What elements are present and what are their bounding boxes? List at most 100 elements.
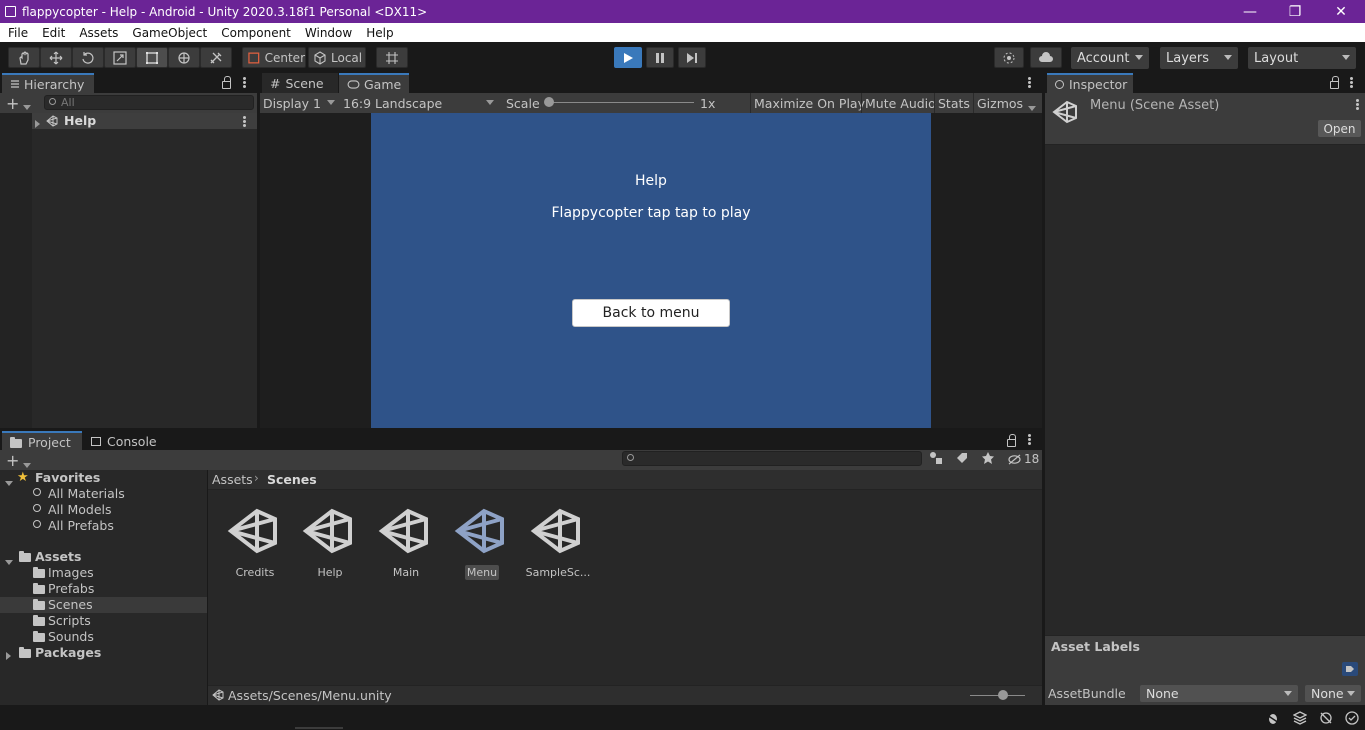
- rect-tool-button[interactable]: [136, 47, 168, 68]
- search-by-type-button[interactable]: [929, 451, 949, 467]
- asset-bundle-dropdown[interactable]: None: [1140, 685, 1298, 702]
- check-circle-icon[interactable]: [1345, 711, 1359, 725]
- tab-scene[interactable]: # Scene: [262, 73, 338, 93]
- favorites-item-all-models[interactable]: All Models: [48, 502, 112, 518]
- custom-tool-button[interactable]: [200, 47, 232, 68]
- game-canvas[interactable]: Help Flappycopter tap tap to play Back t…: [371, 113, 931, 428]
- menu-gameobject[interactable]: GameObject: [124, 26, 213, 40]
- bug-icon[interactable]: [1266, 711, 1280, 725]
- scene-asset-help[interactable]: Help: [297, 505, 363, 581]
- add-object-button[interactable]: +: [6, 94, 19, 113]
- cloud-button[interactable]: [1030, 47, 1062, 68]
- tab-inspector[interactable]: Inspector: [1047, 73, 1133, 93]
- tab-project[interactable]: Project: [2, 431, 82, 451]
- account-dropdown[interactable]: Account: [1071, 47, 1149, 69]
- tab-console[interactable]: Console: [83, 431, 163, 451]
- unity-scene-asset-icon: [530, 508, 580, 554]
- more-options-icon[interactable]: [1350, 77, 1353, 88]
- tab-hierarchy[interactable]: Hierarchy: [2, 73, 94, 93]
- back-to-menu-button[interactable]: Back to menu: [572, 299, 730, 327]
- layout-dropdown[interactable]: Layout: [1248, 47, 1356, 69]
- collab-button[interactable]: [994, 47, 1024, 68]
- tab-game[interactable]: Game: [339, 73, 409, 93]
- chevron-down-icon[interactable]: [23, 457, 31, 471]
- assets-root-folder[interactable]: Assets: [35, 549, 81, 565]
- favorites-item-all-materials[interactable]: All Materials: [48, 486, 125, 502]
- maximize-on-play-toggle[interactable]: Maximize On Play: [750, 93, 865, 113]
- rotate-tool-button[interactable]: [72, 47, 104, 68]
- open-button[interactable]: Open: [1318, 120, 1361, 137]
- pivot-mode-toggle[interactable]: Center: [242, 47, 306, 68]
- breadcrumb-assets[interactable]: Assets: [212, 472, 253, 487]
- more-options-icon[interactable]: [1356, 99, 1359, 110]
- more-options-icon[interactable]: [1028, 77, 1031, 88]
- layers-dropdown[interactable]: Layers: [1160, 47, 1238, 69]
- transform-tool-button[interactable]: [168, 47, 200, 68]
- close-button[interactable]: ✕: [1318, 0, 1364, 23]
- create-asset-button[interactable]: +: [6, 451, 19, 470]
- scale-slider-track[interactable]: [548, 102, 694, 103]
- menu-window[interactable]: Window: [297, 26, 358, 40]
- display-dropdown[interactable]: Display 1: [263, 93, 339, 113]
- favorites-header[interactable]: Favorites: [35, 470, 100, 486]
- aspect-dropdown[interactable]: 16:9 Landscape: [343, 93, 498, 113]
- scale-slider-handle[interactable]: [544, 97, 554, 107]
- scene-asset-main[interactable]: Main: [373, 505, 439, 581]
- icon-size-slider-handle[interactable]: [998, 690, 1008, 700]
- more-options-icon[interactable]: [243, 77, 246, 88]
- breadcrumb-scenes[interactable]: Scenes: [267, 472, 317, 487]
- lock-icon[interactable]: [1330, 76, 1339, 89]
- scene-asset-credits[interactable]: Credits: [222, 505, 288, 581]
- layers-icon[interactable]: [1293, 711, 1307, 725]
- folder-scripts[interactable]: Scripts: [48, 613, 91, 629]
- more-options-icon[interactable]: [243, 116, 246, 127]
- layers-label: Layers: [1166, 50, 1210, 66]
- hidden-packages-toggle[interactable]: 18: [1007, 451, 1039, 467]
- chevron-down-icon[interactable]: [23, 99, 31, 113]
- tag-icon[interactable]: [1342, 662, 1358, 676]
- more-options-icon[interactable]: [1028, 434, 1031, 445]
- step-button[interactable]: [678, 47, 706, 68]
- asset-bundle-variant-dropdown[interactable]: None: [1305, 685, 1361, 702]
- hierarchy-item-help[interactable]: Help: [32, 113, 257, 129]
- menu-file[interactable]: File: [0, 26, 34, 40]
- menu-help[interactable]: Help: [358, 26, 399, 40]
- mute-audio-toggle[interactable]: Mute Audio: [861, 93, 936, 113]
- lock-icon[interactable]: [222, 76, 231, 89]
- scene-asset-samplescene[interactable]: SampleSc...: [525, 505, 591, 581]
- expand-arrow-icon[interactable]: [35, 117, 40, 131]
- pivot-space-toggle[interactable]: Local: [308, 47, 366, 68]
- project-search-input[interactable]: [622, 451, 922, 466]
- packages-folder[interactable]: Packages: [35, 645, 101, 661]
- scale-tool-button[interactable]: [104, 47, 136, 68]
- folder-sounds[interactable]: Sounds: [48, 629, 94, 645]
- search-icon: [49, 98, 56, 105]
- folder-prefabs[interactable]: Prefabs: [48, 581, 94, 597]
- menu-assets[interactable]: Assets: [71, 26, 124, 40]
- menu-edit[interactable]: Edit: [34, 26, 71, 40]
- gizmos-toggle[interactable]: Gizmos: [973, 93, 1023, 113]
- maximize-button[interactable]: ❐: [1272, 0, 1318, 23]
- folder-scenes[interactable]: Scenes: [48, 597, 93, 613]
- minimize-button[interactable]: —: [1227, 0, 1273, 23]
- lock-icon[interactable]: [1007, 434, 1016, 447]
- menu-component[interactable]: Component: [213, 26, 297, 40]
- stats-toggle[interactable]: Stats: [934, 93, 970, 113]
- expand-arrow-icon[interactable]: [5, 554, 13, 568]
- lighting-icon[interactable]: [1319, 711, 1333, 725]
- hierarchy-gutter: [0, 113, 32, 428]
- expand-arrow-icon[interactable]: [6, 649, 11, 663]
- scene-asset-menu-selected[interactable]: Menu: [449, 505, 515, 581]
- favorites-item-all-prefabs[interactable]: All Prefabs: [48, 518, 114, 534]
- folder-images[interactable]: Images: [48, 565, 94, 581]
- pause-button[interactable]: [646, 47, 674, 68]
- hand-tool-button[interactable]: [8, 47, 40, 68]
- play-button[interactable]: [614, 47, 642, 68]
- hierarchy-search-input[interactable]: All: [44, 95, 254, 110]
- gizmos-chevron-down-icon[interactable]: [1028, 100, 1036, 114]
- expand-arrow-icon[interactable]: [5, 475, 13, 489]
- search-by-label-button[interactable]: [955, 451, 975, 467]
- move-tool-button[interactable]: [40, 47, 72, 68]
- favorite-search-button[interactable]: [981, 451, 1001, 467]
- grid-snap-button[interactable]: [376, 47, 408, 68]
